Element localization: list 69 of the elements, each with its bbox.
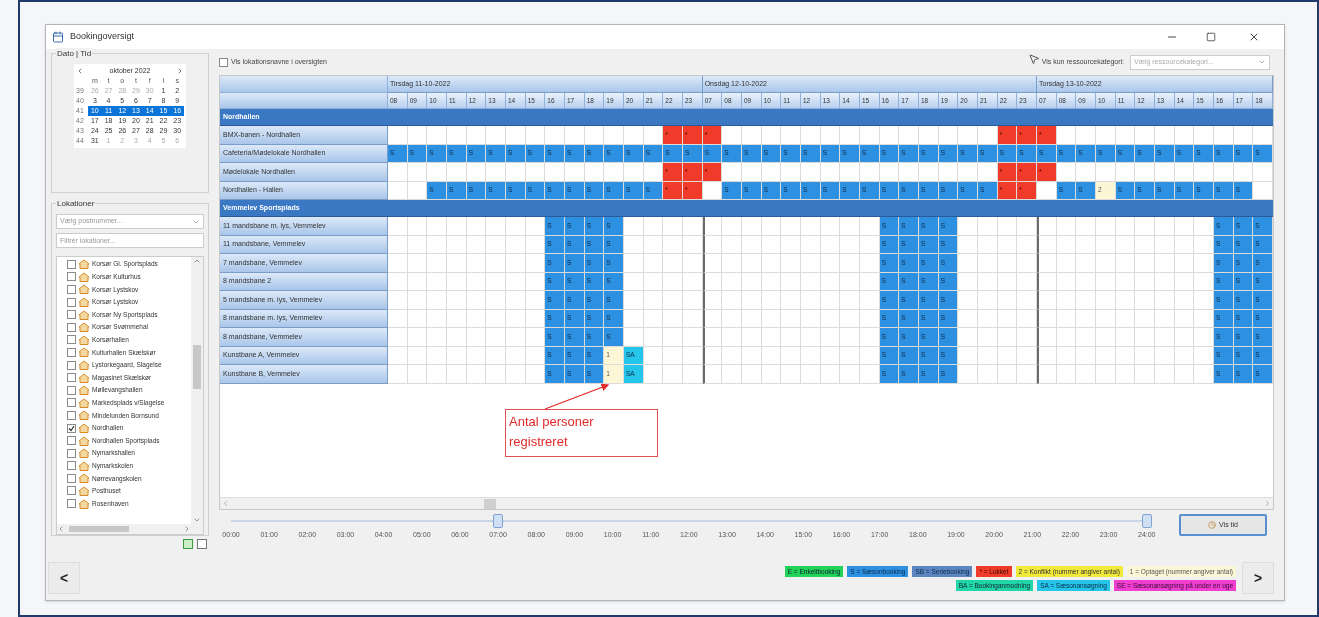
- checkbox[interactable]: [67, 436, 76, 446]
- checkbox[interactable]: [67, 385, 76, 395]
- select-all-icon[interactable]: [183, 539, 193, 549]
- checkbox[interactable]: [67, 473, 76, 483]
- checkbox[interactable]: [67, 285, 76, 294]
- house-icon: [78, 473, 90, 484]
- checkbox[interactable]: [67, 360, 76, 370]
- scroll-right-icon[interactable]: [1264, 500, 1271, 507]
- checkbox[interactable]: [67, 486, 76, 496]
- house-icon: [78, 347, 90, 358]
- checkbox[interactable]: [219, 57, 228, 67]
- horizontal-scrollbar[interactable]: [220, 497, 1273, 509]
- clock-icon: [1208, 521, 1217, 529]
- annotation-box: Antal personer registreret: [505, 409, 658, 457]
- checkbox[interactable]: [67, 297, 76, 307]
- horizontal-scrollbar[interactable]: [57, 524, 203, 534]
- scroll-down-icon[interactable]: [193, 516, 201, 524]
- house-icon: [78, 334, 90, 345]
- pointer-icon: [1027, 53, 1040, 65]
- next-month-icon[interactable]: [176, 67, 184, 75]
- deselect-all-icon[interactable]: [197, 539, 207, 549]
- house-icon: [78, 410, 90, 421]
- house-icon: [78, 435, 90, 446]
- house-icon: [78, 448, 90, 459]
- slider-thumb[interactable]: [493, 514, 504, 528]
- checkbox[interactable]: [67, 423, 76, 433]
- scroll-up-icon[interactable]: [193, 257, 201, 265]
- house-icon: [78, 360, 90, 371]
- checkbox[interactable]: [67, 448, 76, 458]
- house-icon: [78, 284, 90, 295]
- checkbox[interactable]: [67, 335, 76, 345]
- checkbox[interactable]: [67, 310, 76, 320]
- group-title: Dato | Tid: [56, 48, 93, 60]
- scroll-thumb[interactable]: [484, 498, 496, 509]
- scroll-left-icon[interactable]: [57, 525, 65, 533]
- previous-button[interactable]: <: [48, 562, 80, 594]
- scroll-left-icon[interactable]: [222, 500, 229, 507]
- checkbox[interactable]: [67, 259, 76, 269]
- scroll-right-icon[interactable]: [183, 525, 191, 533]
- house-icon: [78, 385, 90, 396]
- maximize-icon[interactable]: [1206, 32, 1216, 42]
- house-icon: [78, 259, 90, 270]
- window-title: Bookingoversigt: [70, 30, 135, 44]
- app-icon: [52, 31, 64, 43]
- house-icon: [78, 397, 90, 408]
- house-icon: [78, 372, 90, 383]
- checkbox[interactable]: [67, 499, 76, 509]
- checkbox[interactable]: [67, 347, 76, 357]
- slider-thumb[interactable]: [1142, 514, 1152, 528]
- house-icon: [78, 297, 90, 308]
- vertical-scrollbar[interactable]: [191, 257, 203, 524]
- checkbox[interactable]: [67, 322, 76, 332]
- checkbox[interactable]: [67, 272, 76, 282]
- house-icon: [78, 322, 90, 333]
- checkbox[interactable]: [67, 461, 76, 471]
- house-icon: [78, 460, 90, 471]
- close-icon[interactable]: [1248, 31, 1260, 43]
- house-icon: [78, 271, 90, 282]
- house-icon: [78, 423, 90, 433]
- house-icon: [78, 498, 90, 509]
- next-button[interactable]: >: [1242, 562, 1274, 594]
- checkbox[interactable]: [67, 373, 76, 383]
- scroll-thumb[interactable]: [69, 526, 129, 532]
- house-icon: [78, 486, 90, 496]
- checkbox[interactable]: [67, 410, 76, 420]
- house-icon: [78, 309, 90, 320]
- checkbox[interactable]: [67, 398, 76, 408]
- scroll-thumb[interactable]: [193, 345, 201, 389]
- previous-month-icon[interactable]: [76, 67, 84, 75]
